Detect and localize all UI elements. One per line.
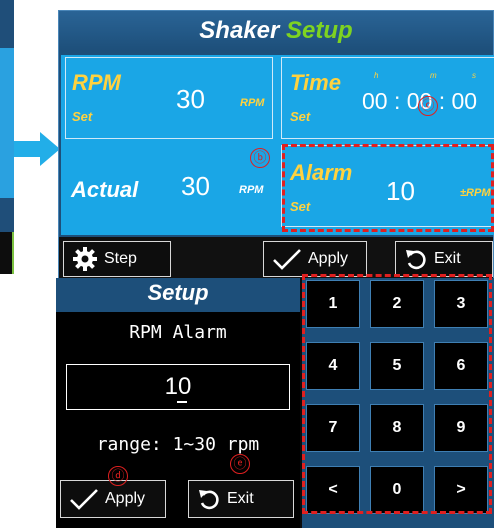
range-hint: range: 1~30 rpm [96, 434, 260, 455]
setup-exit-button[interactable]: Exit [188, 480, 294, 518]
undo-arrow-icon [199, 490, 219, 510]
gear-icon [73, 247, 97, 271]
annotation-e: ⓔ [230, 454, 250, 474]
setup-exit-label: Exit [227, 490, 254, 507]
alarm-value-input[interactable]: 10 [66, 364, 290, 410]
checkmark-icon [70, 489, 98, 510]
alarm-highlight-box [282, 144, 494, 232]
title-word-shaker: Shaker [199, 17, 280, 44]
setup-apply-label: Apply [105, 490, 146, 507]
undo-arrow-icon [406, 250, 426, 270]
actual-rpm-unit: RPM [239, 184, 264, 196]
actual-label: Actual [71, 177, 139, 202]
time-hours-unit: h [374, 71, 379, 80]
setup-title: Setup [56, 278, 300, 312]
exit-button-label: Exit [434, 250, 461, 267]
apply-button-label: Apply [308, 250, 349, 267]
rpm-set-unit: RPM [240, 97, 265, 109]
text-cursor [177, 401, 187, 403]
step-button[interactable]: Step [63, 241, 171, 277]
checkmark-icon [273, 249, 301, 270]
rpm-set-label: Set [72, 109, 93, 124]
keypad-highlight-box [302, 274, 492, 514]
rpm-set-value: 30 [176, 84, 205, 114]
actual-rpm-value: 30 [181, 171, 210, 201]
apply-button[interactable]: Apply [263, 241, 367, 277]
flow-arrow-icon [14, 132, 60, 166]
previous-screen-button-bar [0, 232, 14, 274]
annotation-c: ⓒ [418, 96, 438, 116]
exit-button[interactable]: Exit [395, 241, 493, 277]
previous-screen-panel [0, 48, 14, 198]
setup-input-area: RPM Alarm 10 range: 1~30 rpm Apply Exit [56, 312, 300, 528]
rpm-label: RPM [72, 70, 121, 95]
annotation-b: ⓑ [250, 148, 270, 168]
shaker-setup-title: Shaker Setup [59, 11, 493, 51]
screenshot-canvas: Shaker Setup RPM Set 30 RPM Time Set h m… [0, 0, 494, 528]
previous-screen-fragment [0, 0, 14, 232]
setup-apply-button[interactable]: Apply [60, 480, 166, 518]
time-minutes-unit: m [430, 71, 437, 80]
time-label: Time [290, 70, 341, 95]
annotation-d: ⓓ [108, 466, 128, 486]
rpm-set-cell[interactable]: RPM Set 30 RPM [65, 57, 273, 139]
time-seconds-unit: s [472, 71, 476, 80]
time-set-label: Set [290, 109, 311, 124]
time-set-cell[interactable]: Time Set h m s 00 : 00 : 00 [281, 57, 494, 139]
alarm-input-value: 10 [164, 373, 192, 400]
step-button-label: Step [104, 250, 137, 267]
rpm-alarm-field-label: RPM Alarm [129, 322, 227, 343]
title-word-setup: Setup [286, 17, 353, 44]
